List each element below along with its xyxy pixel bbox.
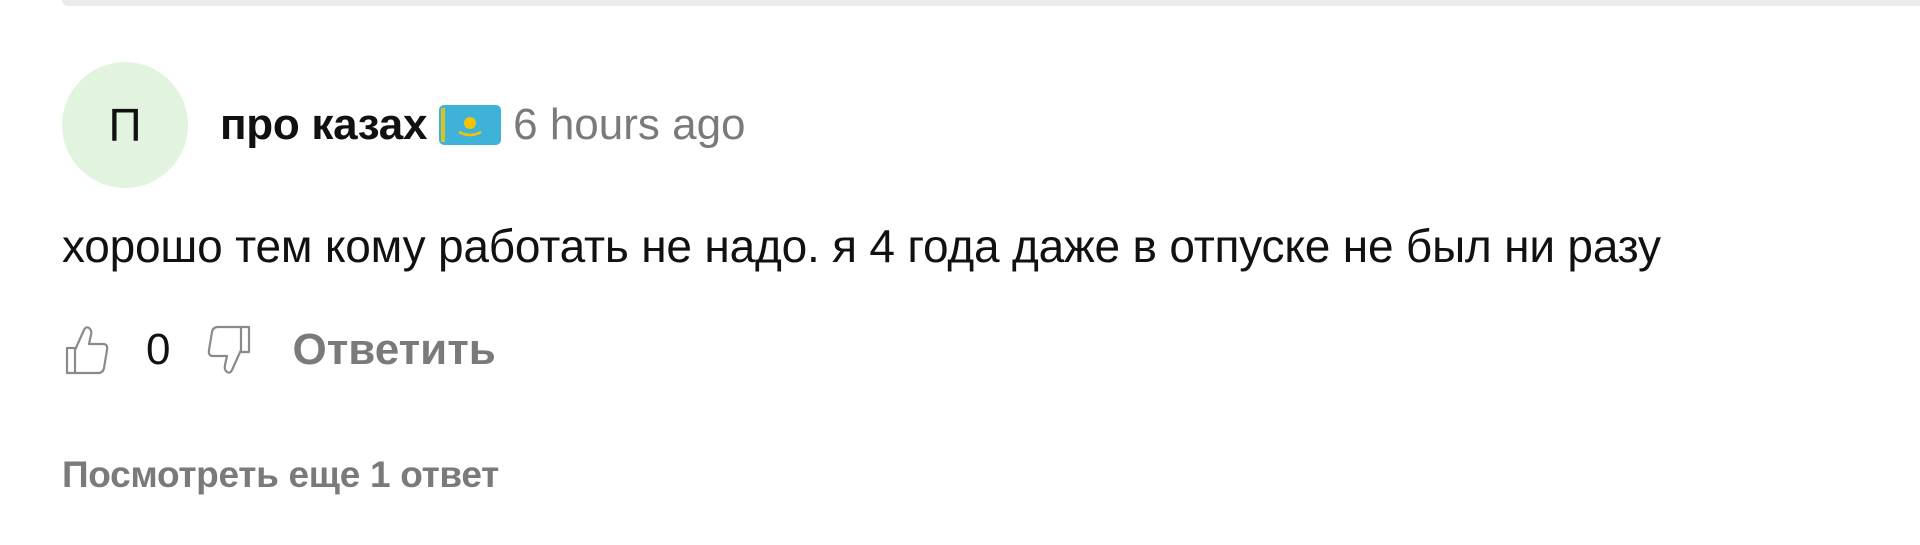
author-name[interactable]: про казах xyxy=(220,100,427,150)
comment: П про казах 6 hours ago хорошо тем кому … xyxy=(62,62,1862,495)
avatar-initial: П xyxy=(108,99,142,151)
comment-header: П про казах 6 hours ago xyxy=(62,62,1862,188)
comment-text: хорошо тем кому работать не надо. я 4 го… xyxy=(62,220,1661,272)
avatar[interactable]: П xyxy=(62,62,188,188)
like-count: 0 xyxy=(146,325,171,374)
kazakhstan-flag-icon xyxy=(439,105,502,145)
reply-button[interactable]: Ответить xyxy=(292,325,495,375)
thumbs-down-icon[interactable] xyxy=(204,320,254,380)
thumbs-up-icon[interactable] xyxy=(62,320,112,380)
view-replies-link[interactable]: Посмотреть еще 1 ответ xyxy=(62,454,499,496)
comment-actions: 0 Ответить xyxy=(62,315,496,385)
top-divider xyxy=(62,0,1920,6)
timestamp: 6 hours ago xyxy=(513,100,746,149)
